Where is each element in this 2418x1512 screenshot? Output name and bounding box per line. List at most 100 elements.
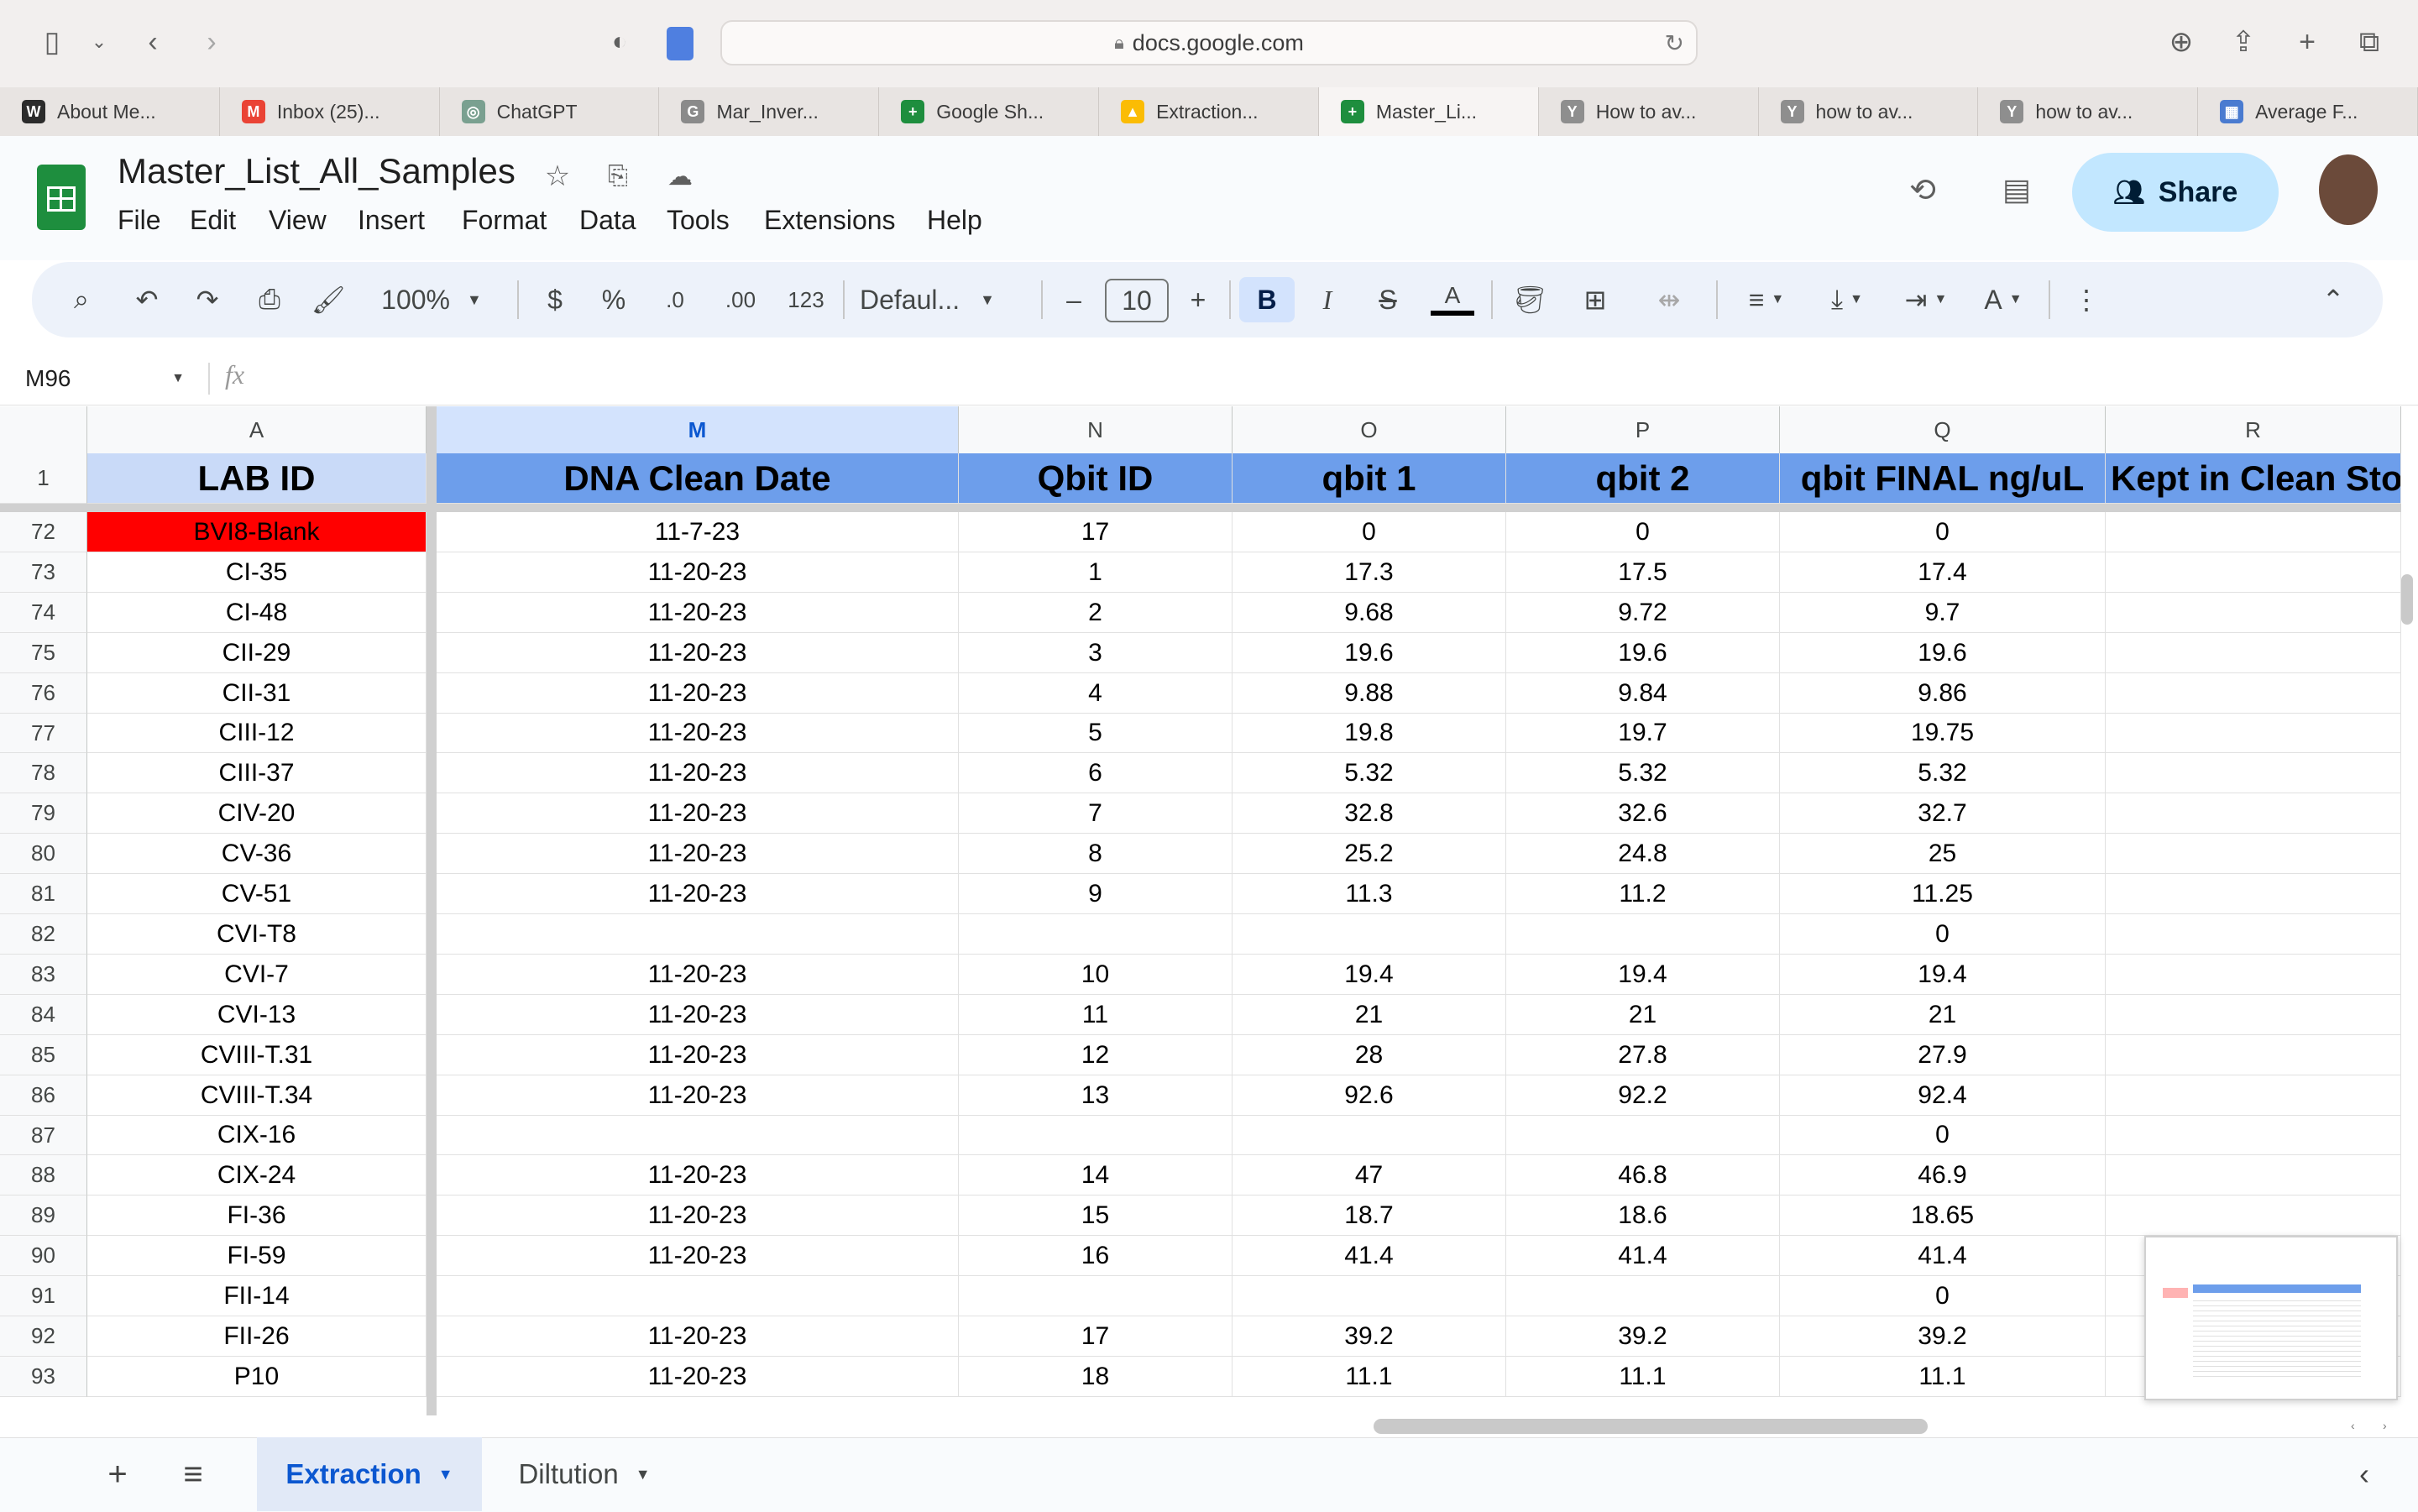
- decrease-decimal-button[interactable]: .0: [652, 277, 699, 322]
- table-cell[interactable]: CI-35: [87, 552, 427, 593]
- table-cell[interactable]: 11-20-23: [437, 995, 959, 1035]
- browser-tab[interactable]: + Master_Li...: [1318, 87, 1539, 136]
- table-cell[interactable]: 19.7: [1506, 714, 1780, 753]
- table-cell[interactable]: 11-20-23: [437, 955, 959, 995]
- share-page-icon[interactable]: ⇪: [2220, 18, 2267, 65]
- table-cell[interactable]: 11-20-23: [437, 753, 959, 793]
- table-cell[interactable]: 17.4: [1780, 552, 2106, 593]
- table-cell[interactable]: [2106, 1075, 2401, 1116]
- forward-icon[interactable]: ›: [188, 18, 235, 65]
- menu-item-extensions[interactable]: Extensions: [764, 205, 896, 236]
- table-cell[interactable]: 19.8: [1233, 714, 1506, 753]
- table-cell[interactable]: 9.68: [1233, 593, 1506, 633]
- table-cell[interactable]: 11.1: [1780, 1357, 2106, 1397]
- chevron-down-icon[interactable]: ⌄: [76, 18, 123, 65]
- table-cell[interactable]: [2106, 1035, 2401, 1075]
- table-cell[interactable]: 11-20-23: [437, 1075, 959, 1116]
- column-header-n[interactable]: N: [959, 406, 1233, 453]
- table-cell[interactable]: 14: [959, 1155, 1233, 1195]
- browser-tab[interactable]: G Mar_Inver...: [659, 87, 880, 136]
- table-cell[interactable]: [2106, 955, 2401, 995]
- sheet-tab-diltution[interactable]: Diltution ▼: [495, 1437, 673, 1511]
- vertical-align-icon[interactable]: ⤓ ▼: [1814, 277, 1881, 322]
- search-menus-icon[interactable]: ⌕: [60, 277, 102, 322]
- table-cell[interactable]: 21: [1506, 995, 1780, 1035]
- table-cell[interactable]: 0: [1233, 512, 1506, 552]
- table-cell[interactable]: 13: [959, 1075, 1233, 1116]
- table-cell[interactable]: 47: [1233, 1155, 1506, 1195]
- browser-tab[interactable]: M Inbox (25)...: [220, 87, 440, 136]
- table-cell[interactable]: FI-59: [87, 1236, 427, 1276]
- header-cell[interactable]: qbit 1: [1233, 453, 1506, 504]
- table-cell[interactable]: 11.3: [1233, 874, 1506, 914]
- text-color-icon[interactable]: A: [1429, 277, 1476, 322]
- menu-item-view[interactable]: View: [269, 205, 327, 236]
- menu-item-file[interactable]: File: [118, 205, 161, 236]
- table-cell[interactable]: 18: [959, 1357, 1233, 1397]
- undo-icon[interactable]: ↶: [126, 277, 168, 322]
- table-cell[interactable]: FII-26: [87, 1316, 427, 1357]
- table-cell[interactable]: [2106, 995, 2401, 1035]
- column-header-a[interactable]: A: [87, 406, 427, 453]
- row-number[interactable]: 83: [0, 955, 87, 995]
- sheet-tab-extraction[interactable]: Extraction ▼: [257, 1437, 482, 1511]
- table-cell[interactable]: 17.5: [1506, 552, 1780, 593]
- table-cell[interactable]: 4: [959, 673, 1233, 714]
- menu-item-edit[interactable]: Edit: [190, 205, 236, 236]
- table-cell[interactable]: 6: [959, 753, 1233, 793]
- browser-tab[interactable]: Yhow to av...: [1759, 87, 1979, 136]
- table-cell[interactable]: 17: [959, 512, 1233, 552]
- table-cell[interactable]: [2106, 714, 2401, 753]
- table-cell[interactable]: 32.8: [1233, 793, 1506, 834]
- table-cell[interactable]: [1233, 1116, 1506, 1155]
- table-cell[interactable]: 32.7: [1780, 793, 2106, 834]
- table-cell[interactable]: 5.32: [1780, 753, 2106, 793]
- sidebar-toggle-icon[interactable]: ▯: [29, 18, 76, 65]
- table-cell[interactable]: 18.6: [1506, 1195, 1780, 1236]
- browser-tab[interactable]: Y How to av...: [1539, 87, 1759, 136]
- table-cell[interactable]: 92.2: [1506, 1075, 1780, 1116]
- table-cell[interactable]: 11-7-23: [437, 512, 959, 552]
- table-cell[interactable]: CII-31: [87, 673, 427, 714]
- percent-format-button[interactable]: %: [593, 277, 635, 322]
- table-cell[interactable]: 21: [1233, 995, 1506, 1035]
- text-rotation-icon[interactable]: A ▼: [1970, 277, 2037, 322]
- table-cell[interactable]: 2: [959, 593, 1233, 633]
- table-cell[interactable]: 9.84: [1506, 673, 1780, 714]
- browser-tab[interactable]: ▦ Average F...: [2198, 87, 2418, 136]
- formula-input[interactable]: [277, 359, 2376, 398]
- select-all-corner[interactable]: [0, 406, 87, 453]
- vertical-scrollbar[interactable]: [2401, 574, 2413, 625]
- table-cell[interactable]: [959, 914, 1233, 955]
- header-cell[interactable]: qbit FINAL ng/uL: [1780, 453, 2106, 504]
- font-size-input[interactable]: 10: [1105, 279, 1169, 322]
- table-cell[interactable]: [2106, 793, 2401, 834]
- header-cell[interactable]: DNA Clean Date: [437, 453, 959, 504]
- table-cell[interactable]: 11-20-23: [437, 673, 959, 714]
- table-cell[interactable]: 17.3: [1233, 552, 1506, 593]
- document-title[interactable]: Master_List_All_Samples: [118, 151, 516, 191]
- table-cell[interactable]: [2106, 753, 2401, 793]
- doc-extension-icon[interactable]: [667, 27, 693, 60]
- table-cell[interactable]: 92.6: [1233, 1075, 1506, 1116]
- table-cell[interactable]: [2106, 593, 2401, 633]
- table-cell[interactable]: 5.32: [1233, 753, 1506, 793]
- share-button[interactable]: 👥︎ Share: [2072, 153, 2279, 232]
- table-cell[interactable]: CV-51: [87, 874, 427, 914]
- column-header-p[interactable]: P: [1506, 406, 1780, 453]
- table-cell[interactable]: 39.2: [1233, 1316, 1506, 1357]
- table-cell[interactable]: 9.7: [1780, 593, 2106, 633]
- row-number[interactable]: 92: [0, 1316, 87, 1357]
- table-cell[interactable]: 0: [1780, 1276, 2106, 1316]
- table-cell[interactable]: 39.2: [1506, 1316, 1780, 1357]
- tab-overview-icon[interactable]: ⧉: [2346, 18, 2393, 65]
- row-number[interactable]: 84: [0, 995, 87, 1035]
- table-cell[interactable]: 41.4: [1780, 1236, 2106, 1276]
- table-cell[interactable]: FII-14: [87, 1276, 427, 1316]
- row-number[interactable]: 81: [0, 874, 87, 914]
- table-cell[interactable]: [1506, 1116, 1780, 1155]
- table-cell[interactable]: [2106, 633, 2401, 673]
- table-cell[interactable]: 11.2: [1506, 874, 1780, 914]
- currency-format-button[interactable]: $: [534, 277, 576, 322]
- menu-item-data[interactable]: Data: [579, 205, 636, 236]
